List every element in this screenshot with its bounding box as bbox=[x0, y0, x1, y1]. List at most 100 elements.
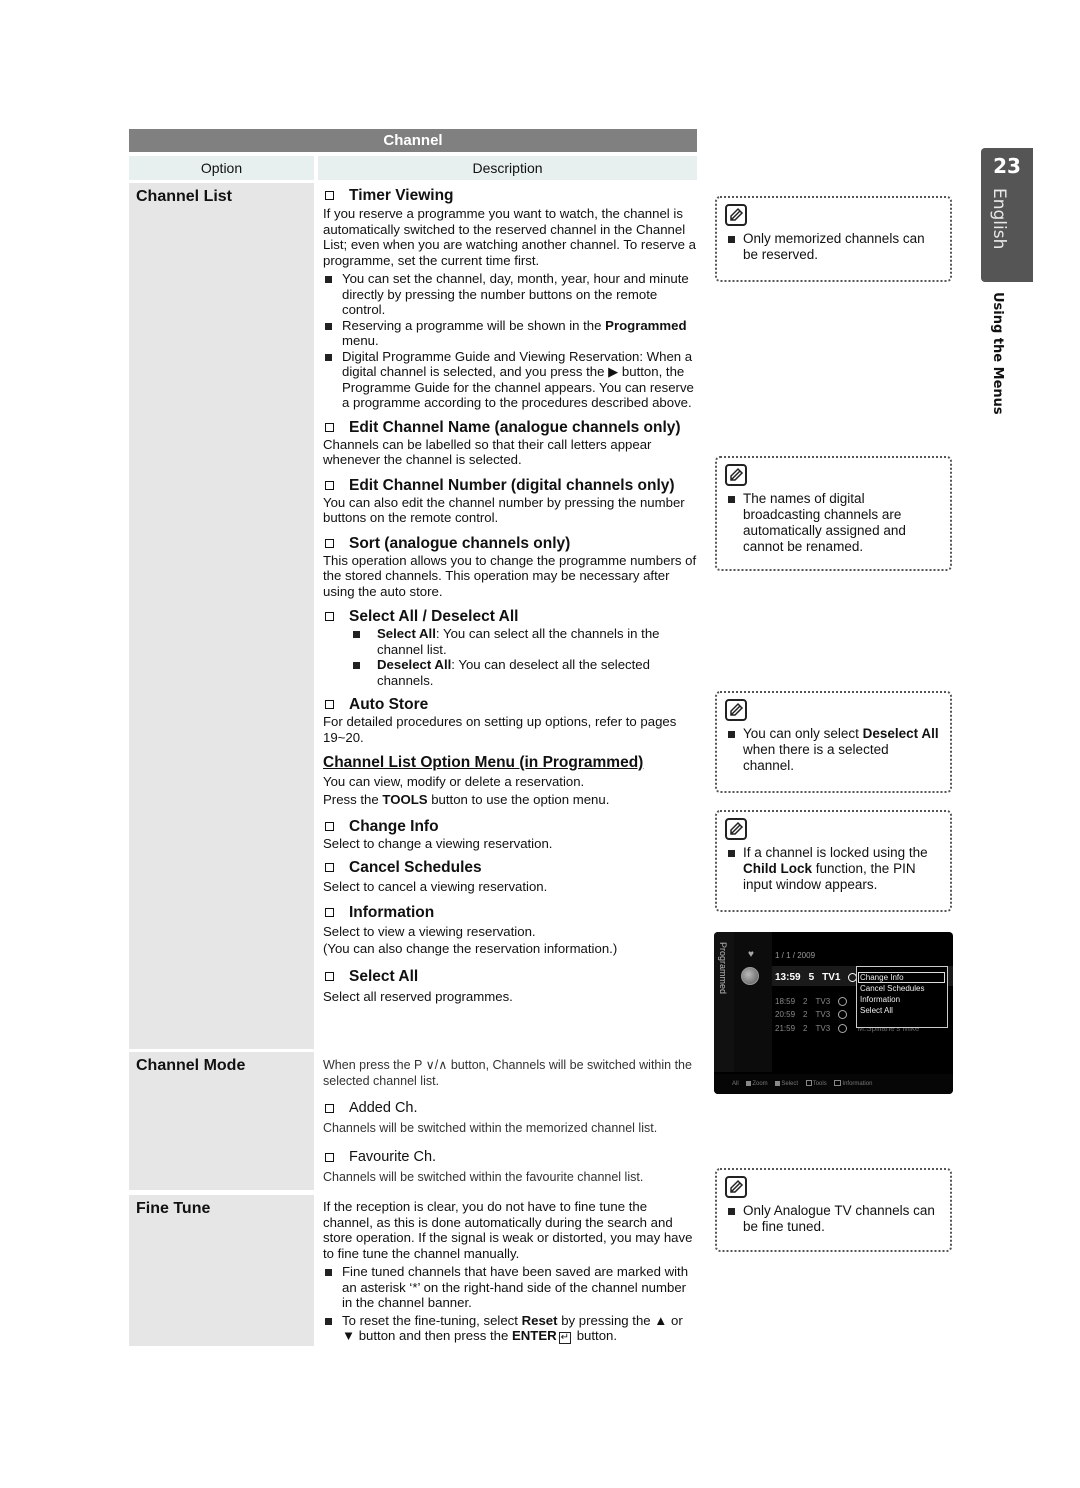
square-bullet-icon bbox=[353, 631, 360, 638]
bullet-item: Fine tuned channels that have been saved… bbox=[323, 1264, 697, 1311]
note-pencil-icon bbox=[725, 818, 747, 840]
tv-menu-item-select-all[interactable]: Select All bbox=[857, 1005, 947, 1016]
channel-mode-description: When press the P ∨/∧ button, Channels wi… bbox=[323, 1058, 697, 1185]
option-label: Channel Mode bbox=[136, 1057, 246, 1074]
checkbox-bullet-icon bbox=[325, 1152, 334, 1162]
option-label: Fine Tune bbox=[136, 1200, 211, 1217]
option-cell-channel-list: Channel List bbox=[129, 183, 314, 1049]
note-pencil-icon bbox=[725, 1176, 747, 1198]
clock-icon bbox=[838, 1024, 848, 1034]
section-heading-change-info: Change Info bbox=[323, 817, 697, 836]
note-bullet: Only memorized channels can be reserved. bbox=[725, 231, 942, 263]
tv-menu-item-cancel-schedules[interactable]: Cancel Schedules bbox=[857, 983, 947, 994]
paragraph: (You can also change the reservation inf… bbox=[323, 941, 618, 956]
square-bullet-icon bbox=[353, 662, 360, 669]
section-heading-select-deselect-all: Select All / Deselect All bbox=[323, 607, 697, 626]
bullet-item: Reserving a programme will be shown in t… bbox=[323, 318, 697, 349]
bullet-item: Deselect All: You can deselect all the s… bbox=[323, 657, 697, 688]
table-title: Channel bbox=[129, 129, 697, 152]
section-label: Using the Menus bbox=[990, 292, 1005, 415]
paragraph: Select all reserved programmes. bbox=[323, 988, 513, 1004]
tv-footer: All Zoom Select Tools Information bbox=[714, 1074, 953, 1094]
note-pencil-icon bbox=[725, 464, 747, 486]
paragraph: When press the P ∨/∧ button, Channels wi… bbox=[323, 1058, 692, 1088]
paragraph: You can view, modify or delete a reserva… bbox=[323, 773, 585, 789]
bullet-item: Digital Programme Guide and Viewing Rese… bbox=[323, 349, 697, 411]
heart-icon: ♥ bbox=[748, 949, 754, 960]
enter-icon: ↵ bbox=[558, 1332, 572, 1344]
checkbox-bullet-icon bbox=[325, 191, 334, 200]
section-heading-information: Information bbox=[323, 903, 697, 922]
paragraph: Channels will be switched within the fav… bbox=[323, 1169, 644, 1184]
checkbox-bullet-icon bbox=[325, 971, 334, 981]
paragraph: Select to change a viewing reservation. bbox=[323, 835, 553, 851]
paragraph: Press the TOOLS button to use the option… bbox=[323, 792, 610, 807]
note-box: The names of digital broadcasting channe… bbox=[715, 456, 952, 571]
clock-icon bbox=[838, 1010, 848, 1020]
bullet-item: Select All: You can select all the chann… bbox=[323, 626, 697, 657]
paragraph: Channels can be labelled so that their c… bbox=[323, 436, 652, 468]
note-bullet: If a channel is locked using the Child L… bbox=[725, 845, 942, 893]
section-heading-edit-channel-number: Edit Channel Number (digital channels on… bbox=[323, 476, 697, 495]
note-pencil-icon bbox=[725, 699, 747, 721]
page-language: English bbox=[989, 188, 1009, 250]
section-heading-select-all: Select All bbox=[323, 967, 697, 986]
note-box: You can only select Deselect All when th… bbox=[715, 691, 952, 793]
square-bullet-icon bbox=[325, 1269, 332, 1276]
paragraph: For detailed procedures on setting up op… bbox=[323, 714, 677, 745]
checkbox-bullet-icon bbox=[325, 1104, 334, 1113]
square-bullet-icon bbox=[728, 236, 735, 243]
paragraph: This operation allows you to change the … bbox=[323, 552, 697, 599]
checkbox-bullet-icon bbox=[325, 863, 334, 872]
tv-row-selected: 13:59 5 TV1 bbox=[775, 972, 865, 983]
column-header-option: Option bbox=[129, 156, 314, 180]
square-bullet-icon bbox=[325, 1317, 332, 1325]
note-pencil-icon bbox=[725, 204, 747, 226]
section-heading-cancel-schedules: Cancel Schedules bbox=[323, 858, 697, 877]
fine-tune-description: If the reception is clear, you do not ha… bbox=[323, 1199, 697, 1344]
paragraph: If you reserve a programme you want to w… bbox=[323, 206, 696, 268]
paragraph: Channels will be switched within the mem… bbox=[323, 1121, 658, 1135]
tv-row: 18:59 2 TV3 bbox=[775, 997, 855, 1007]
square-bullet-icon bbox=[728, 731, 735, 738]
square-bullet-icon bbox=[325, 276, 332, 283]
note-box: Only Analogue TV channels can be fine tu… bbox=[715, 1168, 952, 1252]
paragraph: Select to view a viewing reservation. bbox=[323, 923, 536, 939]
option-cell-channel-mode: Channel Mode bbox=[129, 1052, 314, 1190]
square-bullet-icon bbox=[728, 850, 735, 857]
section-heading-edit-channel-name: Edit Channel Name (analogue channels onl… bbox=[323, 418, 697, 437]
square-bullet-icon bbox=[325, 322, 332, 330]
tv-screenshot-programmed: Programmed ♥ 1 / 1 / 2009 13:59 5 TV1 18:5… bbox=[714, 932, 953, 1094]
tv-menu-item-information[interactable]: Information bbox=[857, 994, 947, 1005]
tv-side-panel: Programmed bbox=[714, 932, 734, 1072]
checkbox-bullet-icon bbox=[325, 538, 334, 548]
option-label: Channel List bbox=[136, 188, 233, 205]
clock-globe-icon bbox=[741, 967, 759, 985]
bullet-item: You can set the channel, day, month, yea… bbox=[323, 271, 697, 318]
square-bullet-icon bbox=[325, 353, 332, 361]
section-heading-timer-viewing: Timer Viewing bbox=[323, 186, 697, 205]
clock-icon bbox=[838, 997, 848, 1007]
checkbox-bullet-icon bbox=[325, 700, 334, 709]
note-bullet: You can only select Deselect All when th… bbox=[725, 726, 942, 774]
section-heading-favourite-ch: Favourite Ch. bbox=[323, 1148, 697, 1167]
tv-menu-item-change-info[interactable]: Change Info bbox=[858, 972, 945, 983]
checkbox-bullet-icon bbox=[325, 612, 334, 621]
square-bullet-icon bbox=[728, 1208, 735, 1215]
section-heading-added-ch: Added Ch. bbox=[323, 1099, 697, 1118]
section-heading-sort: Sort (analogue channels only) bbox=[323, 534, 697, 553]
bullet-item: To reset the fine-tuning, select Reset b… bbox=[323, 1313, 697, 1344]
note-box: If a channel is locked using the Child L… bbox=[715, 810, 952, 912]
tv-tools-menu: Change Info Cancel Schedules Information… bbox=[856, 966, 948, 1028]
paragraph: You can also edit the channel number by … bbox=[323, 494, 685, 526]
paragraph: If the reception is clear, you do not ha… bbox=[323, 1199, 693, 1261]
checkbox-bullet-icon bbox=[325, 821, 334, 831]
subsection-heading-option-menu: Channel List Option Menu (in Programmed) bbox=[323, 754, 644, 771]
paragraph: Select to cancel a viewing reservation. bbox=[323, 879, 548, 894]
checkbox-bullet-icon bbox=[325, 422, 334, 432]
column-header-description: Description bbox=[318, 156, 697, 180]
channel-list-description: Timer Viewing If you reserve a programme… bbox=[323, 186, 697, 1004]
page-tab: 23 English bbox=[981, 148, 1033, 282]
section-heading-auto-store: Auto Store bbox=[323, 695, 697, 714]
checkbox-bullet-icon bbox=[325, 480, 334, 490]
